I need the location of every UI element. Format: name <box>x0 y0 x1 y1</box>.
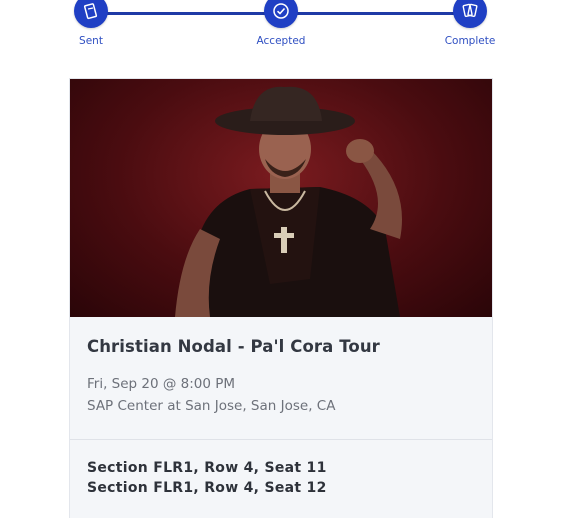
event-details: Christian Nodal - Pa'l Cora Tour Fri, Se… <box>70 317 492 439</box>
step-sent: Sent <box>46 0 136 47</box>
event-title: Christian Nodal - Pa'l Cora Tour <box>87 337 380 356</box>
ticket-icon <box>74 0 108 28</box>
seat-list: Section FLR1, Row 4, Seat 11 Section FLR… <box>70 440 492 518</box>
tickets-icon <box>453 0 487 28</box>
seat-item: Section FLR1, Row 4, Seat 12 <box>87 480 327 496</box>
event-image <box>70 79 492 317</box>
step-label-accepted: Accepted <box>256 35 306 47</box>
step-label-complete: Complete <box>444 35 496 47</box>
event-venue: SAP Center at San Jose, San Jose, CA <box>87 398 336 414</box>
step-complete: Complete <box>425 0 515 47</box>
ticket-card: Christian Nodal - Pa'l Cora Tour Fri, Se… <box>69 78 493 518</box>
step-label-sent: Sent <box>79 35 103 47</box>
step-accepted: Accepted <box>236 0 326 47</box>
transfer-progress: Sent Accepted Complete <box>0 0 562 60</box>
event-date: Fri, Sep 20 @ 8:00 PM <box>87 376 236 392</box>
check-icon <box>264 0 298 28</box>
seat-item: Section FLR1, Row 4, Seat 11 <box>87 460 327 476</box>
